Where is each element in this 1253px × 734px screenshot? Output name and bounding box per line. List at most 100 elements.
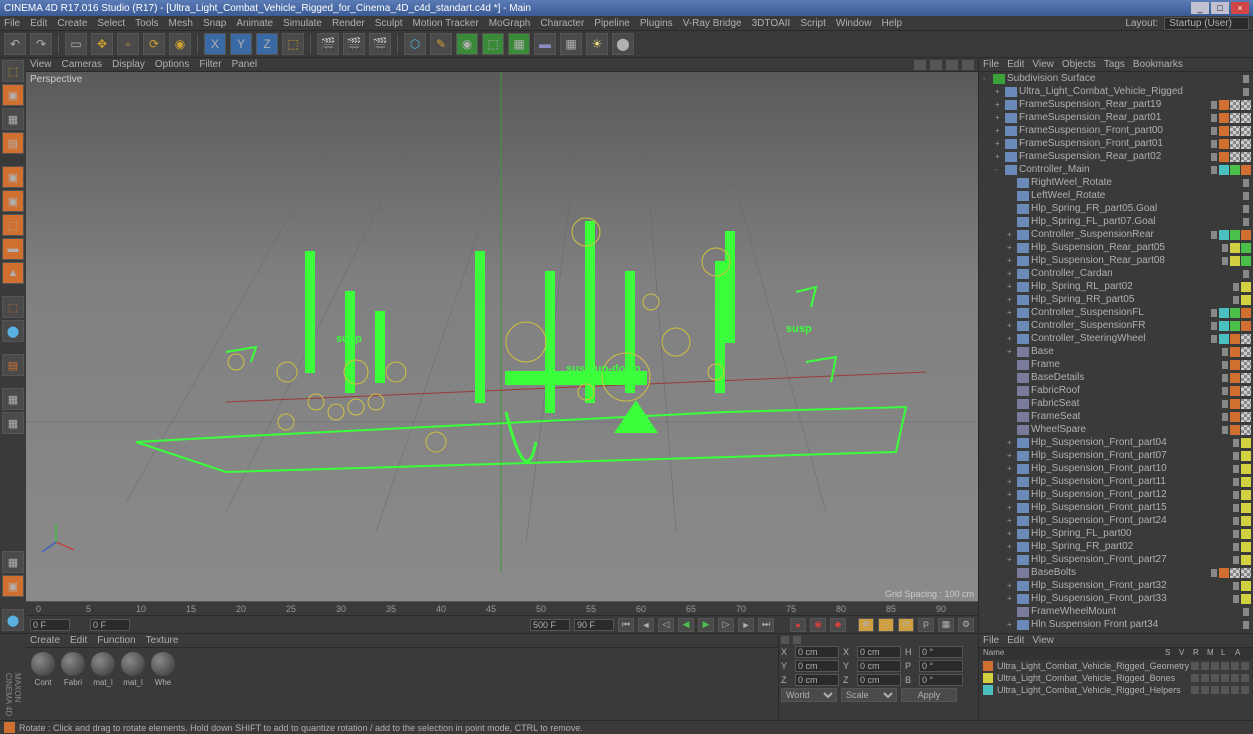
redo-button[interactable]: ↷ bbox=[30, 33, 52, 55]
maximize-button[interactable]: □ bbox=[1211, 2, 1229, 14]
generator-array[interactable]: ⬚ bbox=[482, 33, 504, 55]
tag-icon[interactable] bbox=[1241, 139, 1251, 149]
visibility-dots[interactable] bbox=[1233, 556, 1239, 564]
frame-field[interactable] bbox=[530, 619, 570, 631]
tag-icon[interactable] bbox=[1241, 126, 1251, 136]
object-row[interactable]: -Subdivision Surface bbox=[979, 72, 1253, 85]
x-axis-lock[interactable]: X bbox=[204, 33, 226, 55]
tag-icon[interactable] bbox=[1241, 308, 1251, 318]
expand-icon[interactable]: + bbox=[1007, 295, 1017, 304]
object-row[interactable]: +Controller_SuspensionRear bbox=[979, 228, 1253, 241]
scale-mode-dropdown[interactable]: Scale bbox=[841, 688, 897, 702]
autokey-button[interactable]: ◉ bbox=[810, 618, 826, 632]
visibility-dots[interactable] bbox=[1211, 309, 1217, 317]
tag-icon[interactable] bbox=[1219, 113, 1229, 123]
rotate-tool[interactable]: ⟳ bbox=[143, 33, 165, 55]
record-button[interactable]: ● bbox=[790, 618, 806, 632]
visibility-dots[interactable] bbox=[1233, 439, 1239, 447]
tag-icon[interactable] bbox=[1230, 373, 1240, 383]
object-row[interactable]: +Hlp_Suspension_Rear_part08 bbox=[979, 254, 1253, 267]
rot-h-field[interactable] bbox=[919, 646, 963, 658]
snap-enable[interactable]: ⬚ bbox=[2, 296, 24, 318]
visibility-dots[interactable] bbox=[1211, 335, 1217, 343]
expand-icon[interactable]: + bbox=[995, 113, 1005, 122]
expand-icon[interactable]: + bbox=[995, 152, 1005, 161]
layer-toggle[interactable] bbox=[1201, 686, 1209, 694]
workplane-mode[interactable]: ▤ bbox=[2, 132, 24, 154]
tag-icon[interactable] bbox=[1230, 152, 1240, 162]
object-row[interactable]: +Hlp_Suspension_Front_part11 bbox=[979, 475, 1253, 488]
vp-menu-view[interactable]: View bbox=[30, 59, 52, 70]
tag-icon[interactable] bbox=[1241, 347, 1251, 357]
visibility-dots[interactable] bbox=[1233, 517, 1239, 525]
attr-menu-edit[interactable]: Edit bbox=[1007, 635, 1024, 646]
tag-icon[interactable] bbox=[1241, 282, 1251, 292]
expand-icon[interactable]: + bbox=[1007, 503, 1017, 512]
next-frame-button[interactable]: ▷ bbox=[718, 618, 734, 632]
spline-pen[interactable]: ✎ bbox=[430, 33, 452, 55]
light-button[interactable]: ☀ bbox=[586, 33, 608, 55]
object-row[interactable]: +Ultra_Light_Combat_Vehicle_Rigged bbox=[979, 85, 1253, 98]
mat-menu-function[interactable]: Function bbox=[97, 635, 135, 646]
expand-icon[interactable]: + bbox=[1007, 308, 1017, 317]
layer-toggle[interactable] bbox=[1231, 674, 1239, 682]
vp-nav-icon[interactable] bbox=[946, 60, 958, 70]
menu-render[interactable]: Render bbox=[332, 18, 365, 29]
next-key-button[interactable]: ► bbox=[738, 618, 754, 632]
object-row[interactable]: -Controller_Main bbox=[979, 163, 1253, 176]
layer-toggle[interactable] bbox=[1221, 662, 1229, 670]
menu-window[interactable]: Window bbox=[836, 18, 872, 29]
edge-mode[interactable]: ▬ bbox=[2, 238, 24, 260]
locked-workplane[interactable]: ▦ bbox=[2, 388, 24, 410]
vp-menu-filter[interactable]: Filter bbox=[199, 59, 221, 70]
key-scale[interactable]: ▫ bbox=[878, 618, 894, 632]
expand-icon[interactable]: - bbox=[983, 74, 993, 83]
object-row[interactable]: +Hlp_Suspension_Front_part12 bbox=[979, 488, 1253, 501]
expand-icon[interactable]: + bbox=[1007, 594, 1017, 603]
layer-toggle[interactable] bbox=[1221, 674, 1229, 682]
visibility-dots[interactable] bbox=[1233, 283, 1239, 291]
polygon-mode[interactable]: ▲ bbox=[2, 262, 24, 284]
primitive-cube[interactable]: ⬡ bbox=[404, 33, 426, 55]
tag-icon[interactable] bbox=[1241, 295, 1251, 305]
visibility-dots[interactable] bbox=[1243, 621, 1249, 629]
expand-icon[interactable]: + bbox=[1007, 243, 1017, 252]
visibility-dots[interactable] bbox=[1233, 582, 1239, 590]
tag-icon[interactable] bbox=[1241, 386, 1251, 396]
minimize-button[interactable]: _ bbox=[1191, 2, 1209, 14]
visibility-dots[interactable] bbox=[1233, 296, 1239, 304]
render-view[interactable]: 🎬 bbox=[317, 33, 339, 55]
visibility-dots[interactable] bbox=[1233, 530, 1239, 538]
tag-icon[interactable] bbox=[1230, 321, 1240, 331]
visibility-dots[interactable] bbox=[1243, 179, 1249, 187]
menu-motion tracker[interactable]: Motion Tracker bbox=[413, 18, 479, 29]
expand-icon[interactable]: + bbox=[1007, 581, 1017, 590]
pos-x-field[interactable] bbox=[795, 646, 839, 658]
tag-icon[interactable] bbox=[1241, 113, 1251, 123]
object-row[interactable]: +Hlp_Spring_RL_part02 bbox=[979, 280, 1253, 293]
tag-icon[interactable] bbox=[1230, 308, 1240, 318]
layer-toggle[interactable] bbox=[1211, 674, 1219, 682]
tag-icon[interactable] bbox=[1241, 568, 1251, 578]
tag-icon[interactable] bbox=[1241, 334, 1251, 344]
vp-nav-icon[interactable] bbox=[930, 60, 942, 70]
obj-menu-edit[interactable]: Edit bbox=[1007, 59, 1024, 70]
expand-icon[interactable]: + bbox=[1007, 620, 1017, 629]
key-opt[interactable]: ⚙ bbox=[958, 618, 974, 632]
key-param[interactable]: P bbox=[918, 618, 934, 632]
frame-start-field[interactable] bbox=[30, 619, 70, 631]
tag-icon[interactable] bbox=[1241, 412, 1251, 422]
object-row[interactable]: FabricRoof bbox=[979, 384, 1253, 397]
expand-icon[interactable]: + bbox=[1007, 321, 1017, 330]
visibility-dots[interactable] bbox=[1233, 452, 1239, 460]
menu-snap[interactable]: Snap bbox=[203, 18, 226, 29]
tag-icon[interactable] bbox=[1230, 425, 1240, 435]
material-item[interactable]: mat_l bbox=[120, 652, 146, 716]
tag-icon[interactable] bbox=[1219, 334, 1229, 344]
visibility-dots[interactable] bbox=[1211, 166, 1217, 174]
tag-icon[interactable] bbox=[1241, 230, 1251, 240]
object-row[interactable]: +FrameSuspension_Rear_part02 bbox=[979, 150, 1253, 163]
z-axis-lock[interactable]: Z bbox=[256, 33, 278, 55]
deformer-bend[interactable]: ▦ bbox=[508, 33, 530, 55]
undo-button[interactable]: ↶ bbox=[4, 33, 26, 55]
